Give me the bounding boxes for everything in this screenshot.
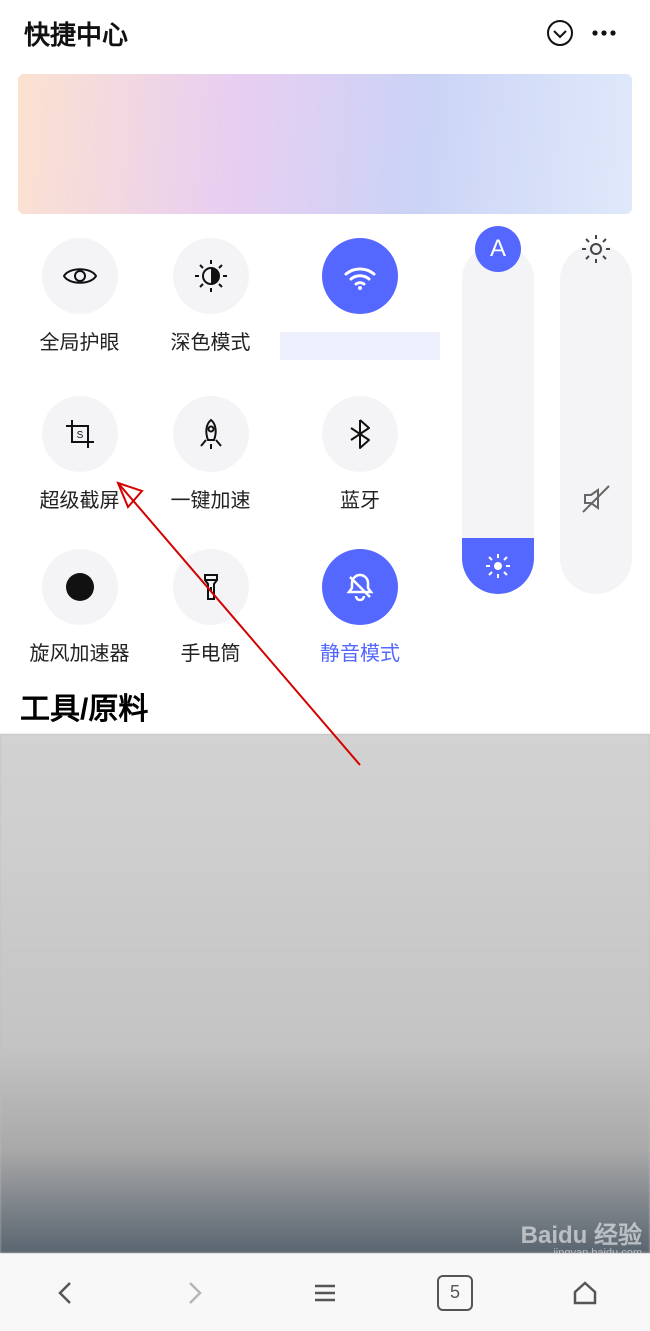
bell-off-icon xyxy=(322,549,398,625)
flashlight-icon xyxy=(173,549,249,625)
tile-wifi[interactable] xyxy=(280,238,440,360)
tile-flashlight[interactable]: 手电筒 xyxy=(149,549,272,666)
watermark-brand: Baidu 经验 xyxy=(521,1224,642,1248)
bluetooth-icon xyxy=(322,396,398,472)
tile-label: 旋风加速器 xyxy=(30,637,130,666)
tile-spin-accelerator[interactable]: 旋风加速器 xyxy=(18,549,141,666)
browser-bottom-bar: 5 xyxy=(0,1253,650,1331)
tile-bluetooth[interactable]: 蓝牙 xyxy=(280,396,440,513)
brightness-icon xyxy=(484,552,512,580)
background-page: 工具/原料 xyxy=(0,674,650,1253)
wifi-icon xyxy=(322,238,398,314)
back-button[interactable] xyxy=(39,1267,91,1319)
tile-one-tap-boost[interactable]: 一键加速 xyxy=(149,396,272,513)
more-icon[interactable] xyxy=(582,11,626,55)
wifi-ssid-bar xyxy=(280,332,440,360)
tile-label: 一键加速 xyxy=(171,484,251,513)
tile-label: 静音模式 xyxy=(320,637,400,666)
brightness-slider[interactable]: A xyxy=(462,244,534,594)
forward-button[interactable] xyxy=(169,1267,221,1319)
quick-panel: 全局护眼 深色模式 S 超级截屏 一键加速 xyxy=(0,214,650,696)
tile-label: 全局护眼 xyxy=(40,326,120,355)
tile-eye-protect[interactable]: 全局护眼 xyxy=(18,238,141,360)
dark-mode-icon xyxy=(173,238,249,314)
rocket-icon xyxy=(173,396,249,472)
section-title: 工具/原料 xyxy=(0,674,650,734)
screenshot-icon: S xyxy=(42,396,118,472)
sliders: A xyxy=(462,238,632,666)
tile-label: 蓝牙 xyxy=(340,484,380,513)
tab-count: 5 xyxy=(437,1275,473,1311)
eye-icon xyxy=(42,238,118,314)
svg-text:S: S xyxy=(76,430,83,441)
tile-silent-mode[interactable]: 静音模式 xyxy=(280,549,440,666)
tile-label: 手电筒 xyxy=(181,637,241,666)
page-title: 快捷中心 xyxy=(24,15,538,52)
gradient-banner xyxy=(18,74,632,214)
home-button[interactable] xyxy=(559,1267,611,1319)
tile-label: 超级截屏 xyxy=(40,484,120,513)
collapse-icon[interactable] xyxy=(538,11,582,55)
blurred-content xyxy=(0,734,650,1253)
tile-dark-mode[interactable]: 深色模式 xyxy=(149,238,272,360)
tile-label: 深色模式 xyxy=(171,326,251,355)
gear-icon[interactable] xyxy=(573,226,619,272)
brightness-fill xyxy=(462,538,534,594)
auto-brightness-badge[interactable]: A xyxy=(475,226,521,272)
volume-slider[interactable] xyxy=(560,244,632,594)
tile-super-screenshot[interactable]: S 超级截屏 xyxy=(18,396,141,513)
header: 快捷中心 xyxy=(0,0,650,56)
quick-toggle-grid: 全局护眼 深色模式 S 超级截屏 一键加速 xyxy=(18,238,440,666)
tabs-button[interactable]: 5 xyxy=(429,1267,481,1319)
menu-button[interactable] xyxy=(299,1267,351,1319)
volume-mute-icon xyxy=(579,482,613,516)
dot-icon xyxy=(42,549,118,625)
